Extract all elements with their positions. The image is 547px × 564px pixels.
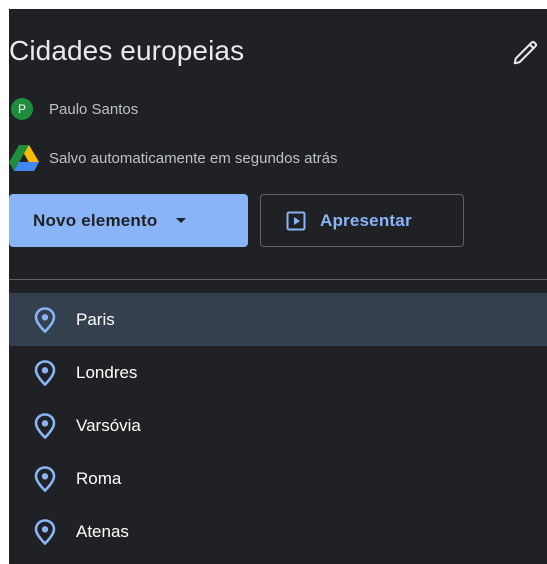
save-status-row: Salvo automaticamente em segundos atrás (9, 144, 338, 171)
avatar: P (11, 98, 33, 120)
list-item-label: Roma (76, 468, 122, 488)
owner-name: Paulo Santos (49, 100, 139, 118)
location-pin-icon (34, 518, 56, 545)
new-item-label: Novo elemento (33, 210, 158, 230)
present-label: Apresentar (320, 210, 412, 230)
present-button[interactable]: Apresentar (260, 194, 464, 247)
location-pin-icon (34, 412, 56, 439)
map-details-panel: Cidades europeias P Paulo Santos Salvo a… (9, 9, 547, 564)
title-row: Cidades europeias (9, 33, 547, 73)
list-item-londres[interactable]: Londres (9, 346, 547, 399)
save-status-text: Salvo automaticamente em segundos atrás (49, 149, 338, 167)
list-item-label: Atenas (76, 521, 129, 541)
places-list: Paris Londres Varsóvia Roma Atenas (9, 293, 547, 558)
pencil-icon[interactable] (511, 37, 541, 67)
location-pin-icon (34, 306, 56, 333)
list-item-paris[interactable]: Paris (9, 293, 547, 346)
divider (9, 279, 547, 280)
list-item-label: Varsóvia (76, 415, 141, 435)
location-pin-icon (34, 465, 56, 492)
list-item-label: Paris (76, 309, 115, 329)
owner-row: P Paulo Santos (11, 97, 138, 121)
new-item-button[interactable]: Novo elemento (9, 194, 248, 247)
present-icon (286, 211, 306, 230)
location-pin-icon (34, 359, 56, 386)
list-item-varsovia[interactable]: Varsóvia (9, 399, 547, 452)
list-item-atenas[interactable]: Atenas (9, 505, 547, 558)
list-item-label: Londres (76, 362, 138, 382)
caret-down-icon (176, 218, 187, 223)
map-title[interactable]: Cidades europeias (9, 33, 244, 69)
list-item-roma[interactable]: Roma (9, 452, 547, 505)
google-drive-icon (9, 144, 39, 171)
